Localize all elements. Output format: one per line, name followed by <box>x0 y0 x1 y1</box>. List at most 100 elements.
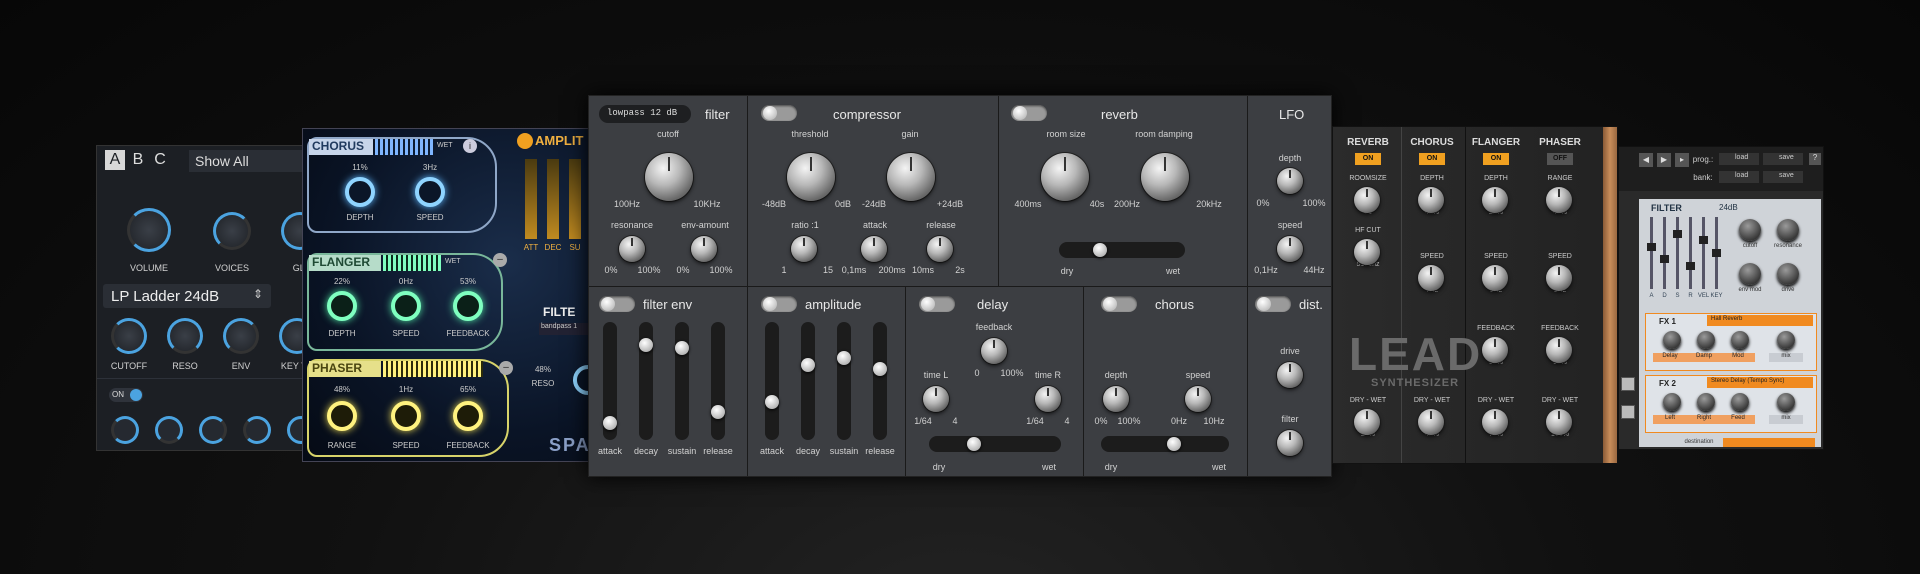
chorus-speed-knob[interactable] <box>1185 386 1211 412</box>
col2-knob-0[interactable] <box>1418 187 1444 213</box>
small-knob-2[interactable] <box>155 416 183 444</box>
filter_env-release-fader[interactable] <box>711 322 725 440</box>
phaser-feedback-knob[interactable] <box>453 401 483 431</box>
small-knob-3[interactable] <box>199 416 227 444</box>
flanger-feedback-knob[interactable] <box>453 291 483 321</box>
side-tool-icon-2[interactable] <box>1621 405 1635 419</box>
col4-knob-0[interactable] <box>1546 187 1572 213</box>
col4-knob-2[interactable] <box>1546 337 1572 363</box>
amplitude-sustain-fader[interactable] <box>837 322 851 440</box>
ratio-knob[interactable] <box>791 236 817 262</box>
env-d-track[interactable] <box>1663 217 1666 289</box>
threshold-knob[interactable] <box>787 153 835 201</box>
flanger-close-icon[interactable]: – <box>493 253 507 267</box>
attack-knob[interactable] <box>861 236 887 262</box>
amplitude-attack-handle[interactable] <box>765 394 779 409</box>
filter_env-attack-handle[interactable] <box>603 415 617 430</box>
fx1-knob-2[interactable] <box>1697 331 1715 349</box>
cutoff-knob[interactable] <box>1739 219 1761 241</box>
reverb-dry-wet-slider[interactable] <box>1059 242 1185 258</box>
filter_env-decay-handle[interactable] <box>639 337 653 352</box>
chorus-dry-wet-handle[interactable] <box>1167 437 1181 451</box>
play-icon[interactable]: ▶ <box>1657 153 1671 167</box>
col1-knob-0[interactable] <box>1354 187 1380 213</box>
cutoff-knob[interactable] <box>645 153 693 201</box>
filter-env-toggle[interactable] <box>599 296 635 312</box>
col1-knob-1[interactable] <box>1354 239 1380 265</box>
fx2-knob-3[interactable] <box>1731 393 1749 411</box>
env-knob[interactable] <box>223 318 259 354</box>
amplitude-toggle[interactable] <box>761 296 797 312</box>
env-key-handle[interactable] <box>1712 249 1721 257</box>
env-slider-sus[interactable] <box>569 159 581 239</box>
chorus-dry-wet-slider[interactable] <box>1101 436 1229 452</box>
filter-type-select[interactable]: LP Ladder 24dB ⇕ <box>103 284 271 308</box>
reso-knob[interactable] <box>167 318 203 354</box>
fx2-knob-1[interactable] <box>1663 393 1681 411</box>
resonance-knob[interactable] <box>1777 219 1799 241</box>
filter_env-sustain-fader[interactable] <box>675 322 689 440</box>
env-slider-att[interactable] <box>525 159 537 239</box>
room-size-knob[interactable] <box>1041 153 1089 201</box>
env-s-track[interactable] <box>1676 217 1679 289</box>
voices-knob[interactable] <box>213 212 251 250</box>
prog-load-button[interactable]: load <box>1719 153 1759 165</box>
phaser-speed-knob[interactable] <box>391 401 421 431</box>
release-knob[interactable] <box>927 236 953 262</box>
fx1-knob-3[interactable] <box>1731 331 1749 349</box>
amplitude-attack-fader[interactable] <box>765 322 779 440</box>
feedback-knob[interactable] <box>981 338 1007 364</box>
col2-knob-1[interactable] <box>1418 265 1444 291</box>
forward-icon[interactable]: ▸ <box>1675 153 1689 167</box>
tab-b[interactable]: B <box>129 150 147 170</box>
amplitude-release-fader[interactable] <box>873 322 887 440</box>
destination-select[interactable] <box>1723 438 1815 447</box>
col3-knob-0[interactable] <box>1482 187 1508 213</box>
col3-knob-3[interactable] <box>1482 409 1508 435</box>
tab-c[interactable]: C <box>151 150 169 170</box>
flanger-depth-knob[interactable] <box>327 291 357 321</box>
delay-toggle[interactable] <box>919 296 955 312</box>
filter_env-sustain-handle[interactable] <box>675 340 689 355</box>
help-button[interactable]: ? <box>1809 153 1821 165</box>
fx1-select[interactable]: Hall Reverb <box>1707 315 1813 326</box>
cutoff-knob[interactable] <box>111 318 147 354</box>
col3-knob-1[interactable] <box>1482 265 1508 291</box>
show-all-dropdown[interactable]: Show All <box>189 150 310 172</box>
bank-save-button[interactable]: save <box>1763 171 1803 183</box>
chorus-toggle[interactable] <box>1101 296 1137 312</box>
chorus-depth-knob[interactable] <box>1103 386 1129 412</box>
reverb-dry-wet-handle[interactable] <box>1093 243 1107 257</box>
fx2-knob-2[interactable] <box>1697 393 1715 411</box>
chorus-depth-knob[interactable] <box>345 177 375 207</box>
col4-knob-3[interactable] <box>1546 409 1572 435</box>
prog-save-button[interactable]: save <box>1763 153 1803 165</box>
chorus-toggle[interactable]: ON <box>1419 153 1445 165</box>
small-knob-1[interactable] <box>111 416 139 444</box>
filter-type-select[interactable]: lowpass 12 dB <box>599 105 691 123</box>
env-vel-track[interactable] <box>1702 217 1705 289</box>
amplitude-sustain-handle[interactable] <box>837 351 851 366</box>
back-icon[interactable]: ◀ <box>1639 153 1653 167</box>
time-l-knob[interactable] <box>923 386 949 412</box>
on-toggle[interactable]: ON <box>109 388 143 402</box>
drive-knob[interactable] <box>1277 362 1303 388</box>
room-damping-knob[interactable] <box>1141 153 1189 201</box>
env-mod-knob[interactable] <box>1739 263 1761 285</box>
env-s-handle[interactable] <box>1673 229 1682 238</box>
amplitude-release-handle[interactable] <box>873 361 887 376</box>
flanger-speed-knob[interactable] <box>391 291 421 321</box>
fx2-select[interactable]: Stereo Delay (Tempo Sync) <box>1707 377 1813 388</box>
bank-load-button[interactable]: load <box>1719 171 1759 183</box>
env-a-track[interactable] <box>1650 217 1653 289</box>
dist-filter-knob[interactable] <box>1277 430 1303 456</box>
chorus-speed-knob[interactable] <box>415 177 445 207</box>
dist-toggle[interactable] <box>1255 296 1291 312</box>
gain-knob[interactable] <box>887 153 935 201</box>
env-slider-dec[interactable] <box>547 159 559 239</box>
env-amount-knob[interactable] <box>691 236 717 262</box>
env-vel-handle[interactable] <box>1699 236 1708 245</box>
reverb-toggle[interactable] <box>1011 105 1047 121</box>
phaser-range-knob[interactable] <box>327 401 357 431</box>
env-r-track[interactable] <box>1689 217 1692 289</box>
